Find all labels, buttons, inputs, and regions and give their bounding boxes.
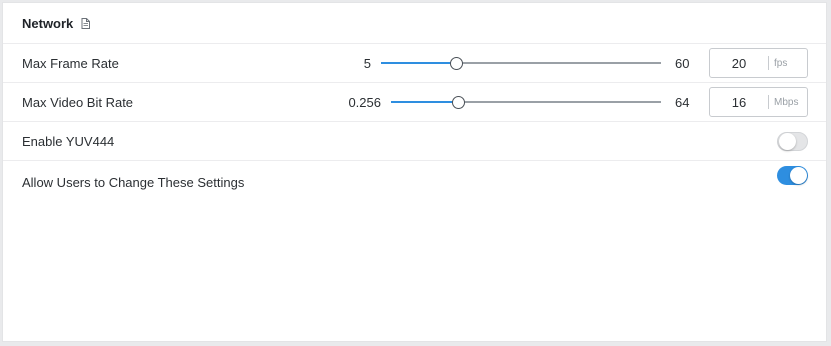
frame-rate-row: Max Frame Rate 5 60 20 fps [3, 44, 826, 83]
section-header: Network [3, 3, 826, 44]
yuv444-row: Enable YUV444 [3, 122, 826, 161]
frame-rate-label: Max Frame Rate [22, 55, 119, 71]
frame-rate-unit: fps [774, 57, 788, 69]
allow-users-toggle[interactable] [777, 166, 808, 185]
frame-rate-slider-track[interactable] [381, 56, 661, 70]
allow-users-label: Allow Users to Change These Settings [22, 175, 245, 190]
section-title: Network [22, 15, 74, 31]
yuv444-toggle[interactable] [777, 131, 808, 151]
frame-rate-value[interactable]: 20 [710, 56, 768, 71]
bit-rate-slider-track[interactable] [391, 95, 661, 109]
bit-rate-slider-thumb[interactable] [452, 95, 465, 109]
allow-users-row: Allow Users to Change These Settings [3, 161, 826, 203]
network-settings-panel: Network Max Frame Rate 5 60 20 fps Max V… [2, 2, 827, 342]
bit-rate-value[interactable]: 16 [710, 95, 768, 110]
bit-rate-input[interactable]: 16 Mbps [709, 87, 808, 117]
bit-rate-row: Max Video Bit Rate 0.256 64 16 Mbps [3, 83, 826, 122]
frame-rate-slider-fill [381, 62, 457, 64]
frame-rate-input[interactable]: 20 fps [709, 48, 808, 78]
bit-rate-min: 0.256 [348, 94, 381, 110]
bit-rate-unit: Mbps [774, 96, 799, 108]
yuv444-label: Enable YUV444 [22, 133, 115, 149]
bit-rate-max: 64 [675, 94, 690, 110]
frame-rate-min: 5 [363, 55, 371, 71]
bit-rate-slider-fill [391, 101, 459, 103]
frame-rate-max: 60 [675, 55, 690, 71]
frame-rate-slider-thumb[interactable] [450, 56, 464, 70]
toggle-knob [779, 132, 796, 150]
bit-rate-label: Max Video Bit Rate [22, 94, 134, 110]
document-icon[interactable] [81, 17, 91, 29]
toggle-knob [790, 167, 807, 184]
